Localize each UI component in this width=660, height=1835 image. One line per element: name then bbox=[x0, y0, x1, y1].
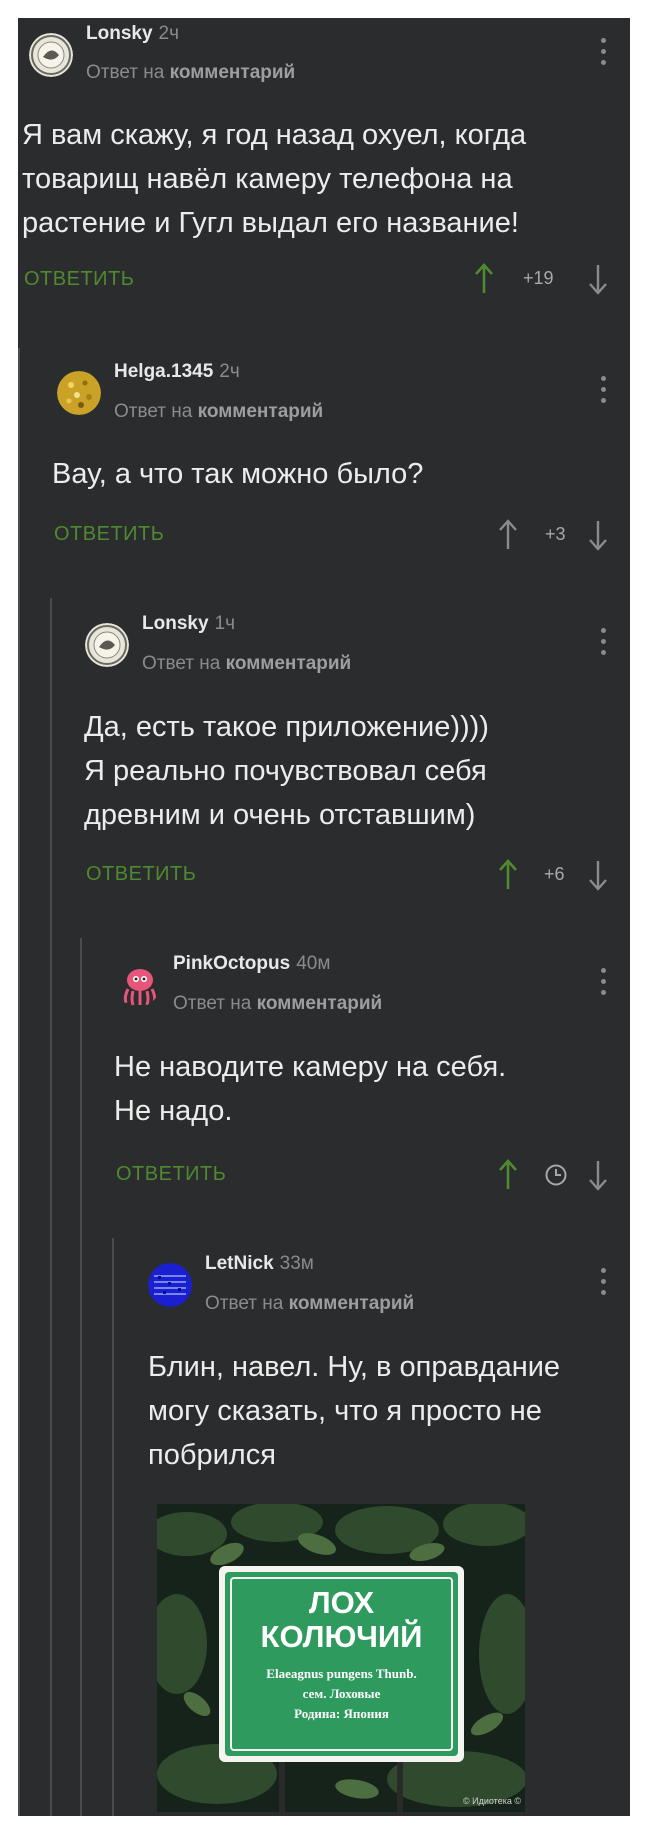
comment-text: Вау, а что так можно было? bbox=[52, 458, 424, 490]
comment-text: Блин, навел. Ну, в оправдание могу сказат… bbox=[148, 1351, 561, 1471]
reply-button[interactable]: ОТВЕТИТЬ bbox=[24, 268, 134, 291]
downvote-arrow-icon[interactable] bbox=[587, 858, 609, 892]
comment-thread: Lonsky 2ч Ответ на комментарий Я вам скаж… bbox=[18, 18, 630, 1816]
avatar[interactable] bbox=[57, 371, 101, 415]
downvote-arrow-icon[interactable] bbox=[587, 518, 609, 552]
more-options-icon[interactable] bbox=[599, 628, 607, 658]
image-watermark: © Идиотека © bbox=[463, 1796, 521, 1806]
clock-icon bbox=[545, 1164, 567, 1186]
reply-button[interactable]: ОТВЕТИТЬ bbox=[54, 523, 164, 546]
comment-author[interactable]: LetNick 33м bbox=[205, 1253, 314, 1275]
reply-context[interactable]: Ответ на комментарий bbox=[205, 1293, 414, 1315]
comment-time: 40м bbox=[296, 953, 331, 974]
avatar[interactable] bbox=[85, 623, 129, 667]
reply-button[interactable]: ОТВЕТИТЬ bbox=[86, 863, 196, 886]
comment-author[interactable]: Helga.1345 2ч bbox=[114, 361, 240, 383]
vote-bar bbox=[497, 1158, 623, 1192]
reply-button[interactable]: ОТВЕТИТЬ bbox=[116, 1163, 226, 1186]
vote-score: +6 bbox=[544, 864, 565, 884]
reply-context[interactable]: Ответ на комментарий bbox=[86, 62, 295, 84]
comment-time: 2ч bbox=[158, 23, 179, 44]
vote-bar: +3 bbox=[497, 518, 623, 552]
more-options-icon[interactable] bbox=[599, 968, 607, 998]
thread-line[interactable] bbox=[112, 1238, 114, 1816]
sign-title: ЛОХ КОЛЮЧИЙ bbox=[260, 1585, 423, 1654]
reply-context[interactable]: Ответ на комментарий bbox=[114, 401, 323, 423]
vote-score: +3 bbox=[545, 524, 566, 544]
comment-author[interactable]: PinkOctopus 40м bbox=[173, 953, 330, 975]
comment-text: Не наводите камеру на себя. Не надо. bbox=[114, 1051, 507, 1127]
avatar[interactable] bbox=[29, 33, 73, 77]
comment-text: Я вам скажу, я год назад охуел, когда тов… bbox=[22, 119, 527, 239]
more-options-icon[interactable] bbox=[599, 376, 607, 406]
avatar[interactable] bbox=[116, 963, 160, 1007]
more-options-icon[interactable] bbox=[599, 38, 607, 68]
upvote-arrow-icon[interactable] bbox=[497, 858, 519, 892]
thread-line[interactable] bbox=[50, 598, 52, 1816]
emblem-avatar-icon bbox=[85, 623, 129, 667]
comment-time: 2ч bbox=[219, 361, 240, 382]
thread-line[interactable] bbox=[80, 938, 82, 1816]
gold-glitter-avatar-icon bbox=[57, 371, 101, 415]
upvote-arrow-icon[interactable] bbox=[497, 1158, 519, 1192]
comment-text: Да, есть такое приложение)))) Я реально п… bbox=[84, 711, 489, 831]
upvote-arrow-icon[interactable] bbox=[473, 262, 495, 296]
blue-pattern-avatar-icon bbox=[148, 1263, 192, 1307]
plant-sign-photo bbox=[157, 1504, 525, 1812]
vote-score: +19 bbox=[523, 268, 554, 288]
comment-time: 33м bbox=[279, 1253, 314, 1274]
more-options-icon[interactable] bbox=[599, 1268, 607, 1298]
thread-line[interactable] bbox=[18, 348, 20, 1816]
sign-details: Elaeagnus pungens Thunb. сем. Лоховые Ро… bbox=[266, 1666, 417, 1721]
downvote-arrow-icon[interactable] bbox=[587, 1158, 609, 1192]
comment-author[interactable]: Lonsky 1ч bbox=[142, 613, 235, 635]
comment-time: 1ч bbox=[214, 613, 235, 634]
pink-octopus-avatar-icon bbox=[116, 963, 160, 1007]
vote-bar: +6 bbox=[497, 858, 623, 892]
reply-context[interactable]: Ответ на комментарий bbox=[173, 993, 382, 1015]
upvote-arrow-icon[interactable] bbox=[497, 518, 519, 552]
vote-bar: +19 bbox=[473, 262, 623, 296]
emblem-avatar-icon bbox=[29, 33, 73, 77]
reply-context[interactable]: Ответ на комментарий bbox=[142, 653, 351, 675]
avatar[interactable] bbox=[148, 1263, 192, 1307]
downvote-arrow-icon[interactable] bbox=[587, 262, 609, 296]
comment-author[interactable]: Lonsky 2ч bbox=[86, 23, 179, 45]
attached-image[interactable]: ЛОХ КОЛЮЧИЙ Elaeagnus pungens Thunb. сем… bbox=[157, 1504, 525, 1812]
